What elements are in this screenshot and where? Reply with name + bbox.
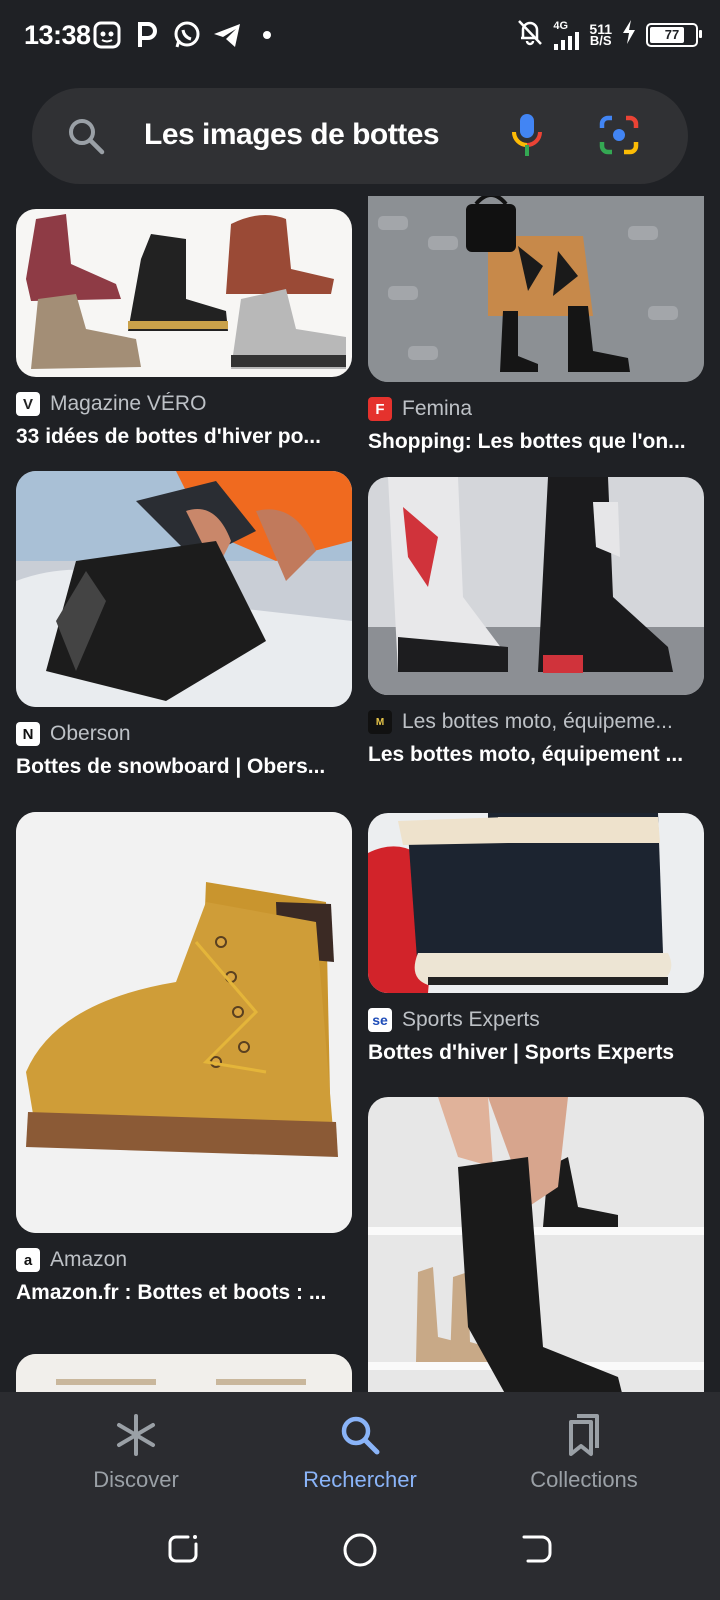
parking-icon — [132, 20, 162, 50]
result-title[interactable]: Bottes d'hiver | Sports Experts — [368, 1041, 704, 1065]
back-icon[interactable] — [520, 1532, 554, 1571]
nav-collections-label: Collections — [530, 1467, 638, 1492]
source-name: Oberson — [50, 722, 131, 745]
result-title[interactable]: Amazon.fr : Bottes et boots : ... — [16, 1281, 352, 1305]
source-favicon-icon: F — [368, 397, 392, 421]
bottom-navigation: Discover Rechercher Collections — [0, 1392, 720, 1600]
telegram-icon — [212, 20, 242, 50]
result-card[interactable] — [16, 1354, 352, 1392]
search-bar[interactable]: Les images de bottes — [32, 88, 688, 184]
result-source: M Les bottes moto, équipeme... — [368, 709, 704, 735]
network-speed: 511 B/S — [589, 22, 612, 48]
system-status-icons: 4G 511 B/S 77 — [517, 18, 702, 51]
source-favicon-icon: se — [368, 1008, 392, 1032]
result-card[interactable] — [368, 1097, 704, 1392]
result-title[interactable]: Shopping: Les bottes que l'on... — [368, 430, 704, 454]
result-thumbnail[interactable] — [368, 196, 704, 382]
source-name: Amazon — [50, 1248, 128, 1271]
result-source: N Oberson — [16, 721, 352, 747]
source-favicon-icon: a — [16, 1248, 40, 1272]
recent-apps-icon[interactable] — [166, 1532, 200, 1571]
network-speed-unit: B/S — [589, 32, 612, 48]
result-thumbnail[interactable] — [16, 1354, 352, 1392]
google-lens-icon[interactable] — [598, 114, 640, 161]
result-thumbnail[interactable] — [16, 209, 352, 377]
result-title[interactable]: 33 idées de bottes d'hiver po... — [16, 425, 352, 449]
nav-search-label: Rechercher — [303, 1467, 417, 1492]
result-card[interactable]: F Femina Shopping: Les bottes que l'on..… — [368, 196, 704, 454]
result-source: se Sports Experts — [368, 1007, 704, 1033]
search-query[interactable]: Les images de bottes — [144, 118, 440, 152]
source-favicon-icon: M — [368, 710, 392, 734]
source-favicon-icon: N — [16, 722, 40, 746]
result-title[interactable]: Bottes de snowboard | Obers... — [16, 755, 352, 779]
nav-collections[interactable]: Collections — [484, 1412, 684, 1493]
search-icon[interactable] — [66, 116, 106, 161]
mute-icon — [517, 18, 543, 51]
nav-discover[interactable]: Discover — [36, 1412, 236, 1493]
source-name: Sports Experts — [402, 1008, 540, 1031]
collections-bookmark-icon — [569, 1414, 599, 1456]
charging-icon — [622, 20, 636, 49]
whatsapp-icon — [172, 20, 202, 50]
nav-search[interactable]: Rechercher — [260, 1412, 460, 1493]
result-card[interactable]: N Oberson Bottes de snowboard | Obers... — [16, 471, 352, 779]
result-card[interactable]: a Amazon Amazon.fr : Bottes et boots : .… — [16, 812, 352, 1305]
result-source: a Amazon — [16, 1247, 352, 1273]
result-thumbnail[interactable] — [16, 471, 352, 707]
result-thumbnail[interactable] — [16, 812, 352, 1233]
result-card[interactable]: M Les bottes moto, équipeme... Les botte… — [368, 477, 704, 767]
signal-icon: 4G — [553, 19, 580, 50]
result-source: F Femina — [368, 396, 704, 422]
result-thumbnail[interactable] — [368, 477, 704, 695]
battery-level: 77 — [664, 27, 680, 42]
result-card[interactable]: V Magazine VÉRO 33 idées de bottes d'hiv… — [16, 209, 352, 449]
network-type: 4G — [553, 19, 569, 32]
source-name: Femina — [402, 397, 473, 420]
discover-asterisk-icon — [117, 1414, 155, 1456]
search-icon — [341, 1416, 380, 1455]
home-icon[interactable] — [342, 1532, 378, 1573]
result-title[interactable]: Les bottes moto, équipement ... — [368, 743, 704, 767]
nav-discover-label: Discover — [93, 1467, 179, 1492]
image-results-grid[interactable]: V Magazine VÉRO 33 idées de bottes d'hiv… — [0, 196, 720, 1392]
notification-icons — [92, 20, 282, 50]
source-favicon-icon: V — [16, 392, 40, 416]
result-thumbnail[interactable] — [368, 813, 704, 993]
voice-search-icon[interactable] — [510, 112, 544, 163]
more-notifications-dot-icon — [252, 20, 282, 50]
source-name: Les bottes moto, équipeme... — [402, 710, 673, 733]
clock: 13:38 — [24, 20, 91, 50]
app-notification-icon — [92, 20, 122, 50]
source-name: Magazine VÉRO — [50, 392, 207, 415]
result-source: V Magazine VÉRO — [16, 391, 352, 417]
status-bar: 13:38 4G 511 B/S 77 — [0, 0, 720, 72]
result-card[interactable]: se Sports Experts Bottes d'hiver | Sport… — [368, 813, 704, 1065]
result-thumbnail[interactable] — [368, 1097, 704, 1392]
battery-icon: 77 — [646, 22, 702, 47]
